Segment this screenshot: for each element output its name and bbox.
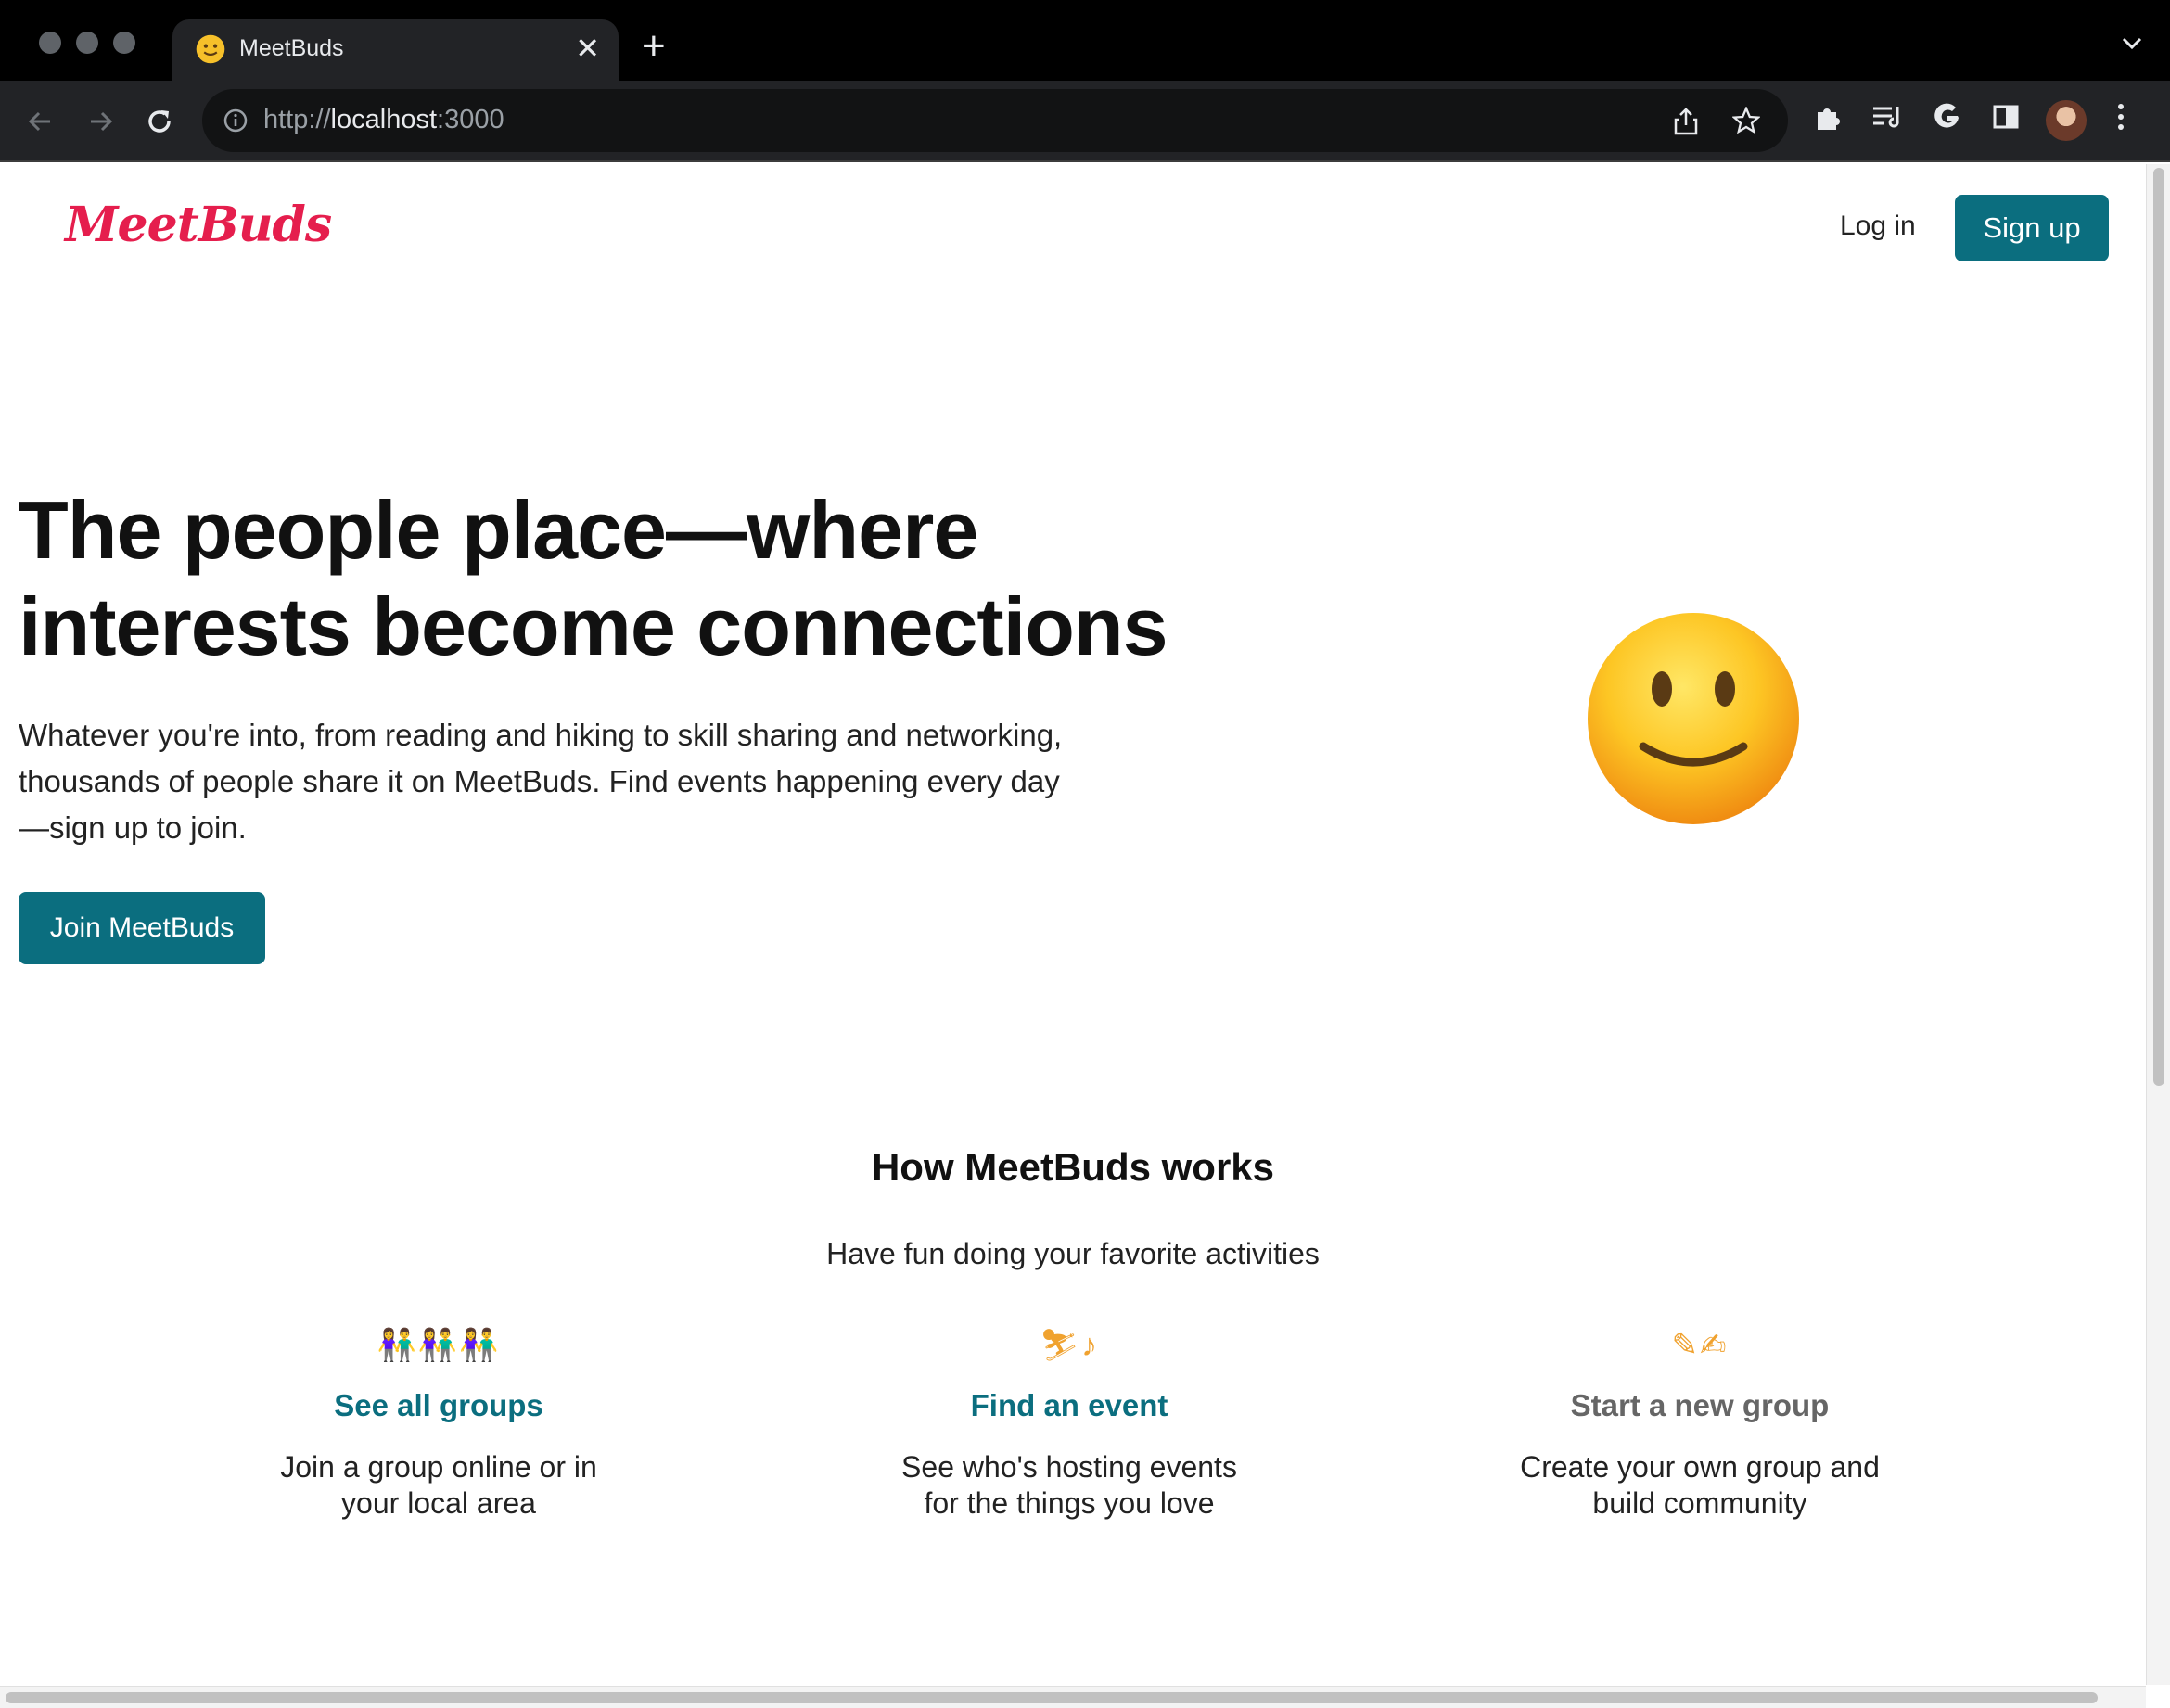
feature-card-text: See who's hosting events for the things …: [901, 1450, 1237, 1520]
signup-button[interactable]: Sign up: [1955, 195, 2109, 261]
address-bar[interactable]: http://localhost:3000: [202, 89, 1788, 152]
url-text[interactable]: http://localhost:3000: [263, 105, 504, 135]
how-it-works-title: How MeetBuds works: [871, 1145, 1275, 1189]
new-tab-icon[interactable]: +: [642, 26, 666, 67]
share-icon[interactable]: [1673, 107, 1699, 136]
hero-description-line: —sign up to join.: [19, 810, 247, 845]
hero-title-line: interests become connections: [19, 580, 1168, 672]
tab-close-icon[interactable]: ✕: [575, 32, 600, 65]
people-group-icon: 👫👫👫: [377, 1328, 501, 1363]
window-minimize-dot[interactable]: [76, 32, 98, 54]
hero-title: The people place—where interests become …: [19, 482, 1224, 675]
see-all-groups-link[interactable]: See all groups: [216, 1388, 661, 1423]
hero-title-line: The people place—where: [19, 484, 978, 576]
tab-title: MeetBuds: [239, 35, 344, 61]
feature-card-events: ⛷♪ Find an event See who's hosting event…: [847, 1323, 1292, 1522]
feature-card-text: Join a group online or in your local are…: [280, 1450, 597, 1520]
smiley-favicon-icon: [196, 34, 225, 64]
google-g-icon[interactable]: [1933, 103, 1962, 133]
page-viewport: MeetBuds Log in Sign up The people place…: [0, 164, 2170, 1708]
bookmark-star-icon[interactable]: [1732, 107, 1760, 134]
side-panel-icon[interactable]: [1992, 103, 2020, 131]
vertical-scrollbar[interactable]: [2146, 164, 2170, 1685]
browser-tab[interactable]: MeetBuds ✕: [172, 19, 619, 81]
start-a-new-group-link[interactable]: Start a new group: [1477, 1388, 1922, 1423]
horizontal-scrollbar[interactable]: [0, 1686, 2146, 1708]
browser-toolbar: http://localhost:3000: [0, 81, 2170, 162]
find-an-event-link[interactable]: Find an event: [847, 1388, 1292, 1423]
login-button[interactable]: Log in: [1840, 210, 1916, 242]
reload-icon[interactable]: [141, 103, 178, 140]
how-it-works-subtitle: Have fun doing your favorite activities: [826, 1237, 1320, 1270]
more-menu-icon[interactable]: [2116, 103, 2125, 131]
browser-tab-strip: MeetBuds ✕ +: [0, 0, 2170, 81]
window-close-dot[interactable]: [39, 32, 61, 54]
join-meetbuds-button[interactable]: Join MeetBuds: [19, 892, 265, 964]
site-info-icon[interactable]: [223, 108, 249, 134]
back-arrow-icon[interactable]: [22, 103, 59, 140]
pencil-signature-icon: ✎✍: [1671, 1328, 1729, 1363]
feature-card-groups: 👫👫👫 See all groups Join a group online o…: [216, 1323, 661, 1522]
hero-description: Whatever you're into, from reading and h…: [19, 712, 1150, 851]
smiley-face-icon: [1588, 613, 1799, 824]
hero-description-line: Whatever you're into, from reading and h…: [19, 718, 1063, 752]
hero-description-line: thousands of people share it on MeetBuds…: [19, 764, 1060, 798]
skier-music-icon: ⛷♪: [1039, 1328, 1100, 1363]
feature-card-text: Create your own group and build communit…: [1520, 1450, 1880, 1520]
reading-list-icon[interactable]: [1871, 103, 1903, 131]
horizontal-scrollbar-thumb[interactable]: [6, 1692, 2098, 1703]
profile-avatar[interactable]: [2046, 100, 2087, 141]
tab-search-chevron-icon[interactable]: [2122, 37, 2142, 50]
extensions-puzzle-icon[interactable]: [1814, 103, 1844, 133]
meetbuds-logo[interactable]: MeetBuds: [65, 197, 332, 253]
window-zoom-dot[interactable]: [113, 32, 135, 54]
feature-card-start-group: ✎✍ Start a new group Create your own gro…: [1477, 1323, 1922, 1522]
vertical-scrollbar-thumb[interactable]: [2153, 168, 2164, 1086]
forward-arrow-icon[interactable]: [82, 103, 119, 140]
